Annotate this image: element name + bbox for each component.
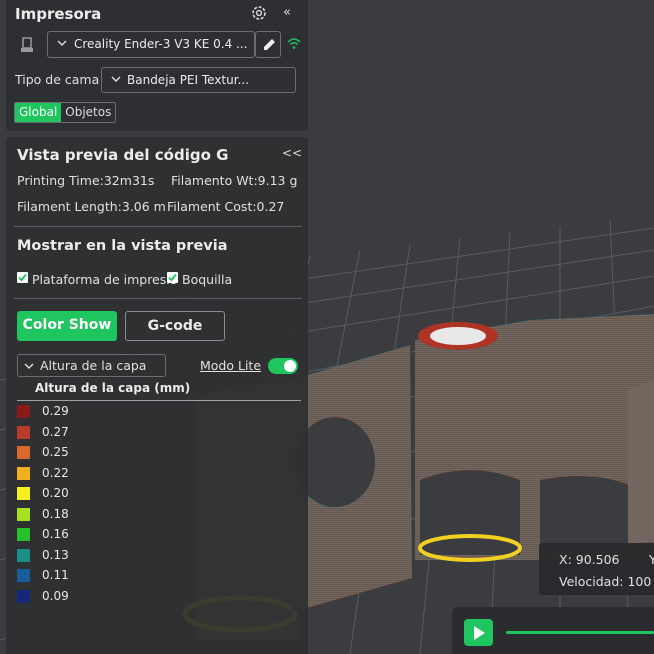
legend-swatch [17,589,30,603]
edit-printer-button[interactable] [255,31,281,58]
legend-swatch [17,569,30,582]
printer-panel: Impresora « Creality Ender-3 V3 KE 0.4 .… [6,0,308,131]
x-coordinate: X: 90.506 [559,552,620,567]
divider [14,298,302,299]
printing-time: Printing Time:32m31s [17,173,155,188]
printer-select-value: Creality Ender-3 V3 KE 0.4 ... [74,37,248,51]
tab-global[interactable]: Global [15,103,62,122]
lite-mode-label: Modo Lite [200,358,262,373]
gcode-preview-title: Vista previa del código G [17,146,229,164]
model-right-block [530,314,654,560]
legend-swatch [17,487,30,500]
wifi-icon [287,38,301,49]
check-icon [168,273,177,282]
legend-value: 0.16 [42,527,69,541]
app-root: Impresora « Creality Ender-3 V3 KE 0.4 .… [0,0,654,654]
gear-icon[interactable] [250,4,268,22]
collapse-preview-button[interactable]: << [282,146,302,160]
y-coordinate: Y [649,552,654,567]
gcode-preview-panel: Vista previa del código G << Printing Ti… [6,137,308,654]
plate-checkbox[interactable] [17,272,28,283]
legend-swatch [17,425,30,439]
model-middle-block [415,320,530,562]
view-mode-value: Altura de la capa [40,358,147,373]
printer-icon [21,37,33,52]
printer-panel-title: Impresora [15,5,102,23]
check-icon [18,273,27,282]
bed-type-select[interactable]: Bandeja PEI Textur... [101,67,296,93]
collapse-printer-button[interactable]: « [283,5,291,20]
legend-swatch [17,548,30,562]
playback-bar [452,607,654,654]
speed-readout: Velocidad: 100 A [559,574,654,589]
printer-select[interactable]: Creality Ender-3 V3 KE 0.4 ... [47,31,255,58]
chevron-down-icon [24,363,34,369]
show-in-preview-title: Mostrar en la vista previa [17,238,228,254]
gcode-button[interactable]: G-code [125,311,225,341]
play-icon [474,626,485,640]
toggle-knob [284,360,296,372]
legend-value: 0.20 [42,486,69,500]
tab-objects[interactable]: Objetos [61,103,115,122]
pencil-icon [264,39,275,50]
legend-swatch [17,446,30,459]
bed-type-value: Bandeja PEI Textur... [127,73,250,87]
plate-checkbox-label: Plataforma de impresió [32,272,178,287]
filament-cost: Filament Cost:0.27 [167,199,285,214]
filament-length: Filament Length:3.06 m [17,199,166,214]
divider [14,226,302,227]
play-button[interactable] [464,619,493,646]
legend-swatch [17,466,30,480]
chevron-down-icon [111,76,121,82]
legend-value: 0.18 [42,506,69,521]
position-info-box: X: 90.506 Y Velocidad: 100 A [539,543,654,595]
color-show-button[interactable]: Color Show [17,311,117,341]
legend-value: 0.25 [42,445,69,459]
legend-value: 0.22 [42,465,69,480]
legend-value: 0.27 [42,424,69,439]
legend-title: Altura de la capa (mm) [35,381,191,395]
legend-value: 0.09 [42,588,69,603]
legend-swatch [17,405,30,418]
legend-divider [17,400,301,401]
legend-value: 0.13 [42,547,69,562]
playback-slider[interactable] [506,631,654,634]
view-mode-select[interactable]: Altura de la capa [17,354,166,377]
lite-mode-toggle[interactable] [268,358,298,374]
legend-value: 0.11 [42,568,69,582]
chevron-down-icon [57,40,67,46]
bed-type-label: Tipo de cama [15,72,100,87]
legend-value: 0.29 [42,404,69,418]
filament-weight: Filamento Wt:9.13 g [171,173,298,188]
legend-swatch [17,507,30,521]
nozzle-checkbox-label: Boquilla [182,272,233,287]
scope-tabs: Global Objetos [14,102,117,123]
legend-swatch [17,528,30,541]
nozzle-checkbox[interactable] [167,272,178,283]
